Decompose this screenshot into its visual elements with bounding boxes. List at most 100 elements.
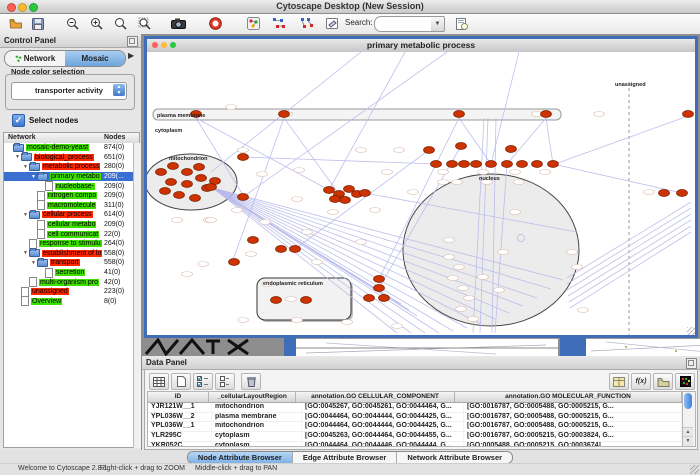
graph-node[interactable] <box>166 179 177 186</box>
select-attributes-icon[interactable] <box>193 373 213 390</box>
graph-edge[interactable] <box>569 226 691 302</box>
graph-node[interactable] <box>486 161 497 168</box>
graph-node[interactable] <box>229 259 240 266</box>
graph-node[interactable] <box>206 184 217 191</box>
scroll-down-icon[interactable]: ▼ <box>683 436 693 446</box>
tab-network[interactable]: Network <box>5 51 65 66</box>
table-cell[interactable]: YKR052C <box>148 442 212 447</box>
tree-row[interactable]: ▼transport558(0) <box>4 258 139 268</box>
network-window[interactable]: primary metabolic process plasma membran… <box>144 36 698 338</box>
graph-node[interactable] <box>182 181 193 188</box>
table-cell[interactable]: YPL036W__2 <box>148 413 212 422</box>
table-cell[interactable]: [GO:0044464, GO:0044444, GO:0044425, G..… <box>302 413 464 422</box>
table-row[interactable]: YKR052Ccytoplasm[GO:0044464, GO:0044446,… <box>148 442 682 447</box>
delete-attribute-icon[interactable] <box>241 373 261 390</box>
matrix-icon[interactable] <box>675 373 695 390</box>
tree-row[interactable]: secretion41(0) <box>4 268 139 278</box>
zoom-selected-icon[interactable] <box>134 15 154 32</box>
annotation-icon[interactable] <box>322 15 342 32</box>
graph-edge[interactable] <box>555 116 688 164</box>
graph-edge[interactable] <box>567 214 691 290</box>
column-header[interactable]: annotation.GO MOLECULAR_FUNCTION <box>455 392 682 402</box>
graph-node[interactable] <box>541 111 552 118</box>
graph-node[interactable] <box>276 246 287 253</box>
table-scrollbar[interactable]: ▲ ▼ <box>682 391 696 447</box>
graph-node[interactable] <box>194 164 205 171</box>
expand-triangle-icon[interactable]: ▼ <box>22 164 29 170</box>
search-plugin-icon[interactable] <box>452 15 472 32</box>
import-attributes-icon[interactable] <box>609 373 629 390</box>
node-color-dropdown[interactable]: transporter activity ▲▼ <box>11 82 127 100</box>
tree-row[interactable]: ▼primary metabo209(... <box>4 172 139 182</box>
graph-node[interactable] <box>324 187 335 194</box>
graph-edge[interactable] <box>568 220 691 296</box>
search-input[interactable] <box>374 16 436 32</box>
graph-node[interactable] <box>290 246 301 253</box>
graph-node[interactable] <box>182 169 193 176</box>
graph-node[interactable] <box>447 161 458 168</box>
background-window-border[interactable] <box>284 338 296 356</box>
graph-edge[interactable] <box>553 164 682 193</box>
table-cell[interactable]: [GO:0016787, GO:0005488, GO:0005215, G..… <box>464 413 682 422</box>
table-cell[interactable]: cytoplasm <box>212 442 302 447</box>
tree-row[interactable]: mosaic-demo-yeast874(0) <box>4 143 139 153</box>
search-dropdown-icon[interactable]: ▼ <box>431 16 445 32</box>
graph-node[interactable] <box>271 297 282 304</box>
graph-node[interactable] <box>506 146 517 153</box>
network-window-resize-grip[interactable] <box>687 327 695 335</box>
tab-edge-attribute-browser[interactable]: Edge Attribute Browser <box>293 452 397 463</box>
tree-row[interactable]: ▼biological_process651(0) <box>4 153 139 163</box>
table-row[interactable]: YJR121W__1mitochondrion[GO:0045267, GO:0… <box>148 403 682 413</box>
table-cell[interactable]: mitochondrion <box>212 403 302 412</box>
graph-node[interactable] <box>238 154 249 161</box>
graph-node[interactable] <box>431 161 442 168</box>
graph-edge[interactable] <box>570 232 691 308</box>
open-icon[interactable] <box>6 15 26 32</box>
graph-edge[interactable] <box>329 52 405 190</box>
graph-node[interactable] <box>364 295 375 302</box>
graph-node[interactable] <box>174 192 185 199</box>
tree-row[interactable]: ▼metabolic process280(0) <box>4 162 139 172</box>
tree-row[interactable]: cell communicat22(0) <box>4 229 139 239</box>
graph-node[interactable] <box>456 143 467 150</box>
tab-mosaic[interactable]: Mosaic <box>65 51 125 66</box>
graph-node[interactable] <box>532 161 543 168</box>
graph-edge[interactable] <box>243 52 447 197</box>
column-header[interactable]: _cellularLayoutRegion <box>209 392 296 402</box>
graph-node[interactable] <box>459 161 470 168</box>
table-cell[interactable]: [GO:0044464, GO:0044444, GO:0044425, G..… <box>302 422 464 431</box>
table-cell[interactable]: [GO:0045267, GO:0045261, GO:0044464, G..… <box>302 403 464 412</box>
graph-node[interactable] <box>454 111 465 118</box>
vizmapper-icon[interactable] <box>243 15 263 32</box>
expand-triangle-icon[interactable]: ▼ <box>22 250 29 256</box>
layout-network-icon-2[interactable] <box>296 15 316 32</box>
graph-node[interactable] <box>160 188 171 195</box>
graph-node[interactable] <box>301 297 312 304</box>
column-header[interactable]: ID <box>148 392 209 402</box>
graph-edge[interactable] <box>546 118 553 164</box>
expand-triangle-icon[interactable]: ▼ <box>14 154 21 160</box>
tab-network-attribute-browser[interactable]: Network Attribute Browser <box>397 452 512 463</box>
graph-node[interactable] <box>168 163 179 170</box>
graph-edge[interactable] <box>567 208 691 284</box>
table-cell[interactable]: [GO:0045263, GO:0044464, GO:0044455, G..… <box>302 432 464 441</box>
graph-edge[interactable] <box>507 118 546 164</box>
tree-row[interactable]: multi-organism pro42(0) <box>4 277 139 287</box>
table-cell[interactable]: YLR295C <box>148 432 212 441</box>
table-cell[interactable]: [GO:0016787, GO:0005488, GO:0005215, G..… <box>464 422 682 431</box>
app-resize-grip[interactable] <box>690 465 699 474</box>
graph-node[interactable] <box>379 295 390 302</box>
expand-triangle-icon[interactable]: ▼ <box>30 174 37 180</box>
background-window-fragment[interactable] <box>586 338 700 356</box>
open-attributes-icon[interactable] <box>653 373 673 390</box>
graph-node[interactable] <box>279 111 290 118</box>
graph-node[interactable] <box>190 195 201 202</box>
tree-row[interactable]: ▼cellular process614(0) <box>4 210 139 220</box>
layout-network-icon-1[interactable] <box>268 15 288 32</box>
table-scrollbar-thumb[interactable] <box>684 393 692 409</box>
graph-node[interactable] <box>248 237 259 244</box>
tab-overflow-arrow-icon[interactable]: ▶ <box>128 51 134 60</box>
table-cell[interactable]: mitochondrion <box>212 422 302 431</box>
tree-scrollbar[interactable] <box>133 143 141 448</box>
tree-row[interactable]: macromolecule311(0) <box>4 201 139 211</box>
